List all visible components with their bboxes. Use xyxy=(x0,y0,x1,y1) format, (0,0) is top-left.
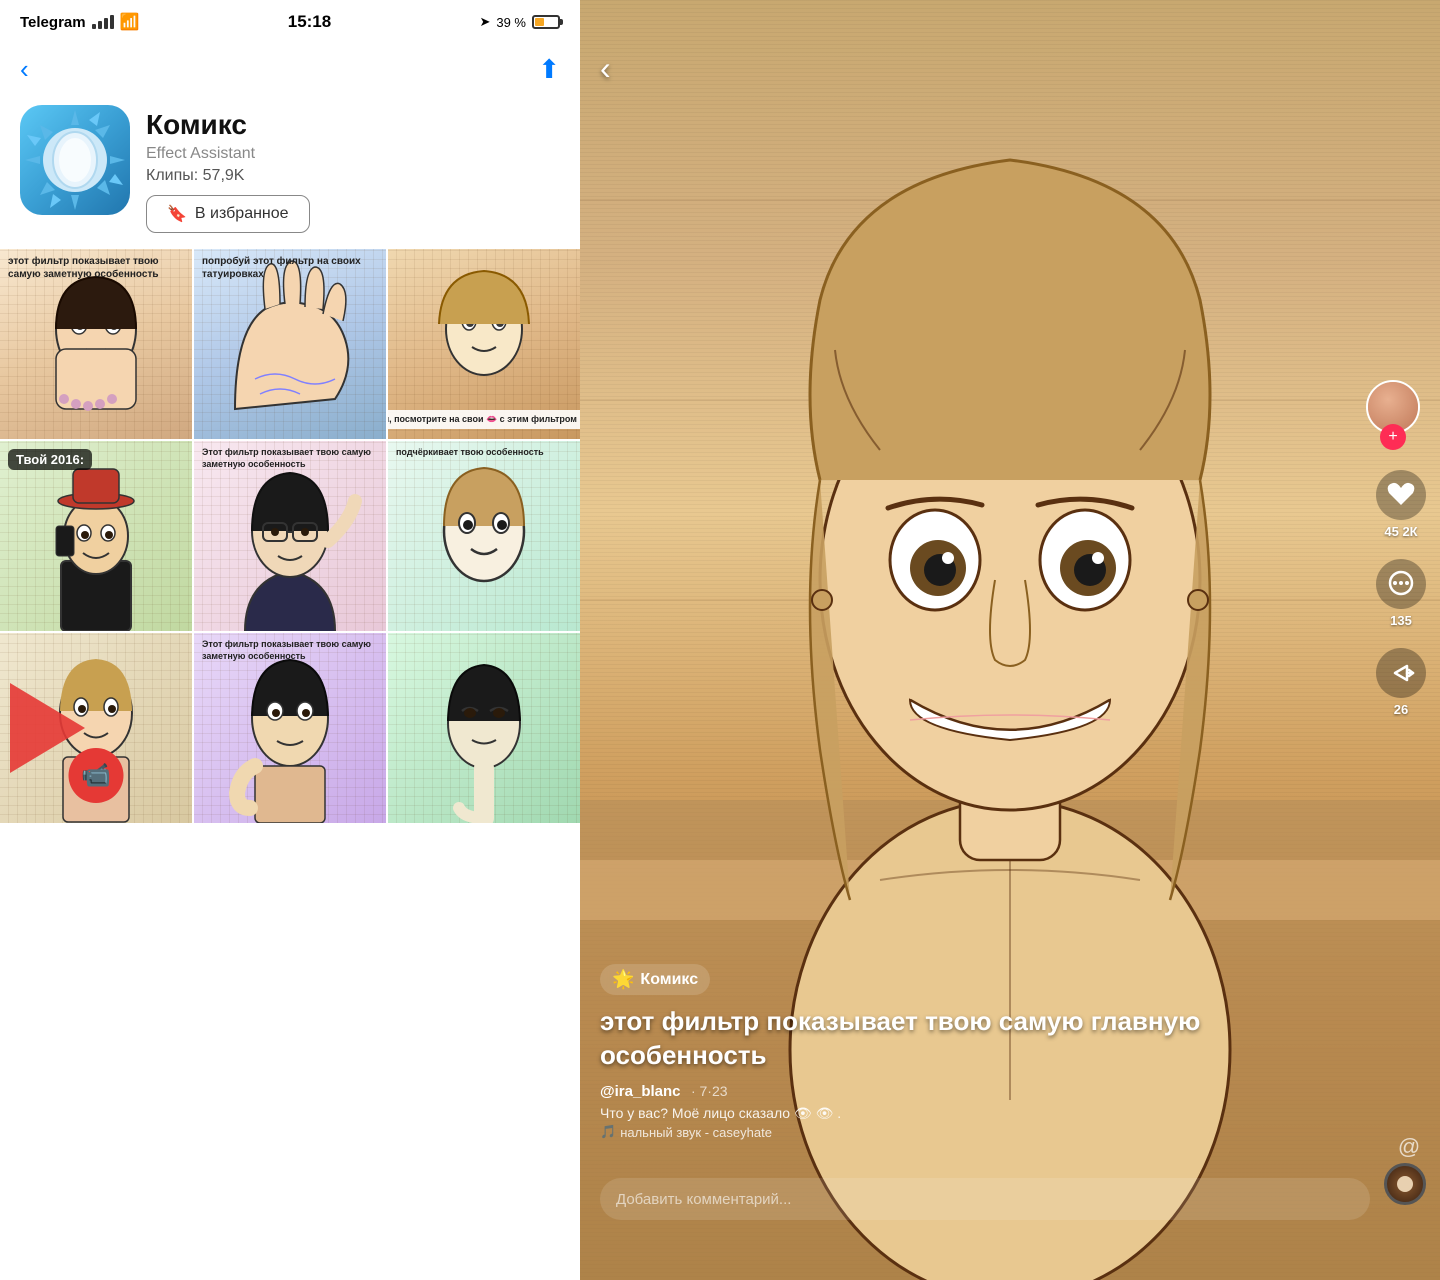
cell-bg-2: попробуй этот фильтр на своих татуировка… xyxy=(194,249,386,439)
wifi-icon: 📶 xyxy=(120,12,140,32)
cell-bg-5: Этот фильтр показывает твою самую заметн… xyxy=(194,441,386,631)
like-action[interactable]: 45 2К xyxy=(1376,470,1426,539)
right-panel: ‹ + 45 2К 135 xyxy=(580,0,1440,1280)
battery-fill xyxy=(535,18,544,26)
cell-bg-9 xyxy=(388,633,580,823)
cell-bg-3: девочки, посмотрите на свои 👄 с этим фил… xyxy=(388,249,580,439)
cell-bg-4: Твой 2016: xyxy=(0,441,192,631)
share-button[interactable]: ⬆ xyxy=(538,54,560,85)
cell-bg-8: Этот фильтр показывает твою самую заметн… xyxy=(194,633,386,823)
music-disc[interactable] xyxy=(1384,1163,1426,1205)
cell-bg-1: этот фильтр показывает твою самую заметн… xyxy=(0,249,192,439)
caption-user-line: @ira_blanc · 7·23 xyxy=(600,1083,1350,1101)
location-icon: ➤ xyxy=(479,14,490,30)
share-icon xyxy=(1376,648,1426,698)
carrier-label: Telegram xyxy=(20,14,86,31)
comment-icon xyxy=(1376,559,1426,609)
grid-cell-7[interactable]: 📹 xyxy=(0,633,192,823)
favorite-label: В избранное xyxy=(195,205,289,223)
left-panel: Telegram 📶 15:18 ➤ 39 % ‹ ⬆ xyxy=(0,0,580,1280)
share-action[interactable]: 26 xyxy=(1376,648,1426,717)
grid-cell-1[interactable]: этот фильтр показывает твою самую заметн… xyxy=(0,249,192,439)
share-count: 26 xyxy=(1394,702,1408,717)
app-details: Комикс Effect Assistant Клипы: 57,9K 🔖 В… xyxy=(146,105,560,233)
grid-cell-5[interactable]: Этот фильтр показывает твою самую заметн… xyxy=(194,441,386,631)
app-developer: Effect Assistant xyxy=(146,145,560,163)
bookmark-icon: 🔖 xyxy=(167,204,187,224)
favorite-button[interactable]: 🔖 В избранное xyxy=(146,195,310,233)
heart-icon xyxy=(1376,470,1426,520)
app-title: Комикс xyxy=(146,109,560,141)
status-left: Telegram 📶 xyxy=(20,12,140,32)
at-icon-button[interactable]: @ xyxy=(1392,1130,1426,1164)
grid-cell-3[interactable]: девочки, посмотрите на свои 👄 с этим фил… xyxy=(388,249,580,439)
cell-text-2: попробуй этот фильтр на своих татуировка… xyxy=(202,255,378,281)
camera-icon: 📹 xyxy=(81,761,111,790)
cell-bg-7: 📹 xyxy=(0,633,192,823)
music-text: нальный звук - caseyhate xyxy=(620,1125,772,1140)
comment-bar[interactable]: Добавить комментарий... xyxy=(600,1178,1370,1220)
music-disc-center xyxy=(1397,1176,1413,1192)
video-grid: этот фильтр показывает твою самую заметн… xyxy=(0,249,580,1280)
comment-count: 135 xyxy=(1390,613,1412,628)
app-clips: Клипы: 57,9K xyxy=(146,167,560,185)
battery-icon xyxy=(532,15,560,29)
grid-cell-4[interactable]: Твой 2016: xyxy=(0,441,192,631)
grid-cell-8[interactable]: Этот фильтр показывает твою самую заметн… xyxy=(194,633,386,823)
status-right: ➤ 39 % xyxy=(479,14,560,30)
caption-description: Что у вас? Моё лицо сказало 👁 👁 . xyxy=(600,1105,1350,1122)
music-note-icon: 🎵 xyxy=(600,1124,616,1140)
cell-text-8: Этот фильтр показывает твою самую заметн… xyxy=(202,639,378,662)
like-count: 45 2К xyxy=(1384,524,1417,539)
battery-percent: 39 % xyxy=(496,15,526,30)
cell-badge-3: девочки, посмотрите на свои 👄 с этим фил… xyxy=(388,410,580,429)
side-actions: 45 2К 135 26 xyxy=(1376,470,1426,717)
grid-cell-6[interactable]: подчёркивает твою особенность xyxy=(388,441,580,631)
follow-button[interactable]: + xyxy=(1380,424,1406,450)
year-badge: Твой 2016: xyxy=(8,449,92,470)
cell-text-6: подчёркивает твою особенность xyxy=(396,447,572,459)
app-info: Комикс Effect Assistant Клипы: 57,9K 🔖 В… xyxy=(0,95,580,249)
comment-placeholder: Добавить комментарий... xyxy=(616,1191,791,1208)
nav-bar: ‹ ⬆ xyxy=(0,44,580,95)
caption-date: · 7·23 xyxy=(691,1083,728,1099)
signal-icon xyxy=(92,15,114,29)
app-icon xyxy=(20,105,130,215)
comment-action[interactable]: 135 xyxy=(1376,559,1426,628)
status-bar: Telegram 📶 15:18 ➤ 39 % xyxy=(0,0,580,44)
tiktok-back-button[interactable]: ‹ xyxy=(600,50,611,87)
cell-text-1: этот фильтр показывает твою самую заметн… xyxy=(8,255,184,281)
filter-badge[interactable]: 🌟 Комикс xyxy=(600,964,710,995)
grid-cell-2[interactable]: попробуй этот фильтр на своих татуировка… xyxy=(194,249,386,439)
cell-text-5: Этот фильтр показывает твою самую заметн… xyxy=(202,447,378,470)
cell-bg-6: подчёркивает твою особенность xyxy=(388,441,580,631)
filter-emoji: 🌟 xyxy=(612,969,634,990)
filter-name: Комикс xyxy=(640,971,698,989)
status-time: 15:18 xyxy=(288,12,331,32)
caption-username[interactable]: @ira_blanc xyxy=(600,1083,681,1100)
video-caption: 🌟 Комикс этот фильтр показывает твою сам… xyxy=(600,964,1350,1140)
caption-music: 🎵 нальный звук - caseyhate xyxy=(600,1124,1350,1140)
back-button[interactable]: ‹ xyxy=(20,54,29,85)
caption-main-text: этот фильтр показывает твою самую главну… xyxy=(600,1005,1350,1073)
grid-cell-9[interactable] xyxy=(388,633,580,823)
